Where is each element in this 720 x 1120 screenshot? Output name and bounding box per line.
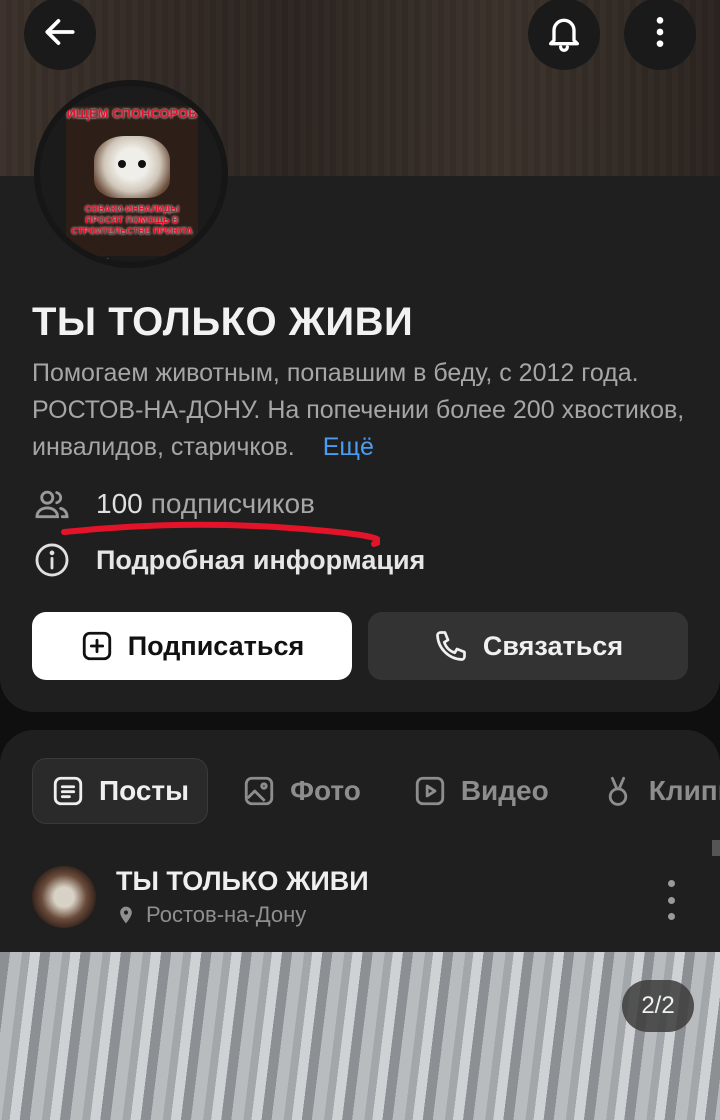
content-tabs: Посты Фото Видео Клипы [32, 758, 720, 824]
post-author-avatar[interactable] [32, 866, 96, 928]
avatar[interactable]: ИЩЕМ СПОНСОРОВ СОБАКИ-ИНВАЛИДЫ ПРОСЯТ ПО… [34, 80, 228, 268]
dog-photo [94, 136, 170, 198]
photo-icon [242, 774, 276, 808]
details-label: Подробная информация [96, 544, 426, 575]
phone-icon [433, 628, 469, 664]
tab-posts[interactable]: Посты [32, 758, 209, 824]
image-counter: 2/2 [622, 980, 694, 1032]
menu-dot [667, 896, 675, 904]
posts-section: Посты Фото Видео Клипы ТЫ ТОЛЬКО ЖИВИ Ро… [0, 730, 720, 1120]
subscribe-button[interactable]: Подписаться [32, 612, 352, 680]
subscribers-count: 100 [96, 488, 143, 519]
arrow-left-icon [41, 13, 79, 56]
tab-photo-label: Фото [290, 775, 361, 806]
post-location: Ростов-на-Дону [116, 902, 306, 928]
info-icon [32, 540, 72, 580]
post-menu-button[interactable] [656, 880, 686, 920]
contact-button[interactable]: Связаться [368, 612, 688, 680]
notifications-button[interactable] [528, 0, 600, 70]
video-icon [413, 774, 447, 808]
tab-photo[interactable]: Фото [242, 758, 361, 824]
contact-label: Связаться [482, 630, 624, 661]
post-location-text: Ростов-на-Дону [146, 902, 307, 927]
post-image[interactable] [0, 952, 720, 1120]
scrollbar[interactable] [712, 840, 720, 856]
more-link[interactable]: Ещё [323, 433, 374, 461]
post-author-name[interactable]: ТЫ ТОЛЬКО ЖИВИ [116, 866, 369, 897]
tab-video-label: Видео [460, 775, 549, 806]
tab-clips[interactable]: Клипы [601, 758, 720, 824]
dog-eye [118, 160, 126, 168]
tab-video[interactable]: Видео [413, 758, 549, 824]
bell-icon [544, 12, 584, 57]
details-row[interactable]: Подробная информация [32, 540, 425, 580]
tab-clips-label: Клипы [648, 775, 720, 806]
subscribers-label: подписчиков [150, 488, 315, 519]
page-title: ТЫ ТОЛЬКО ЖИВИ [32, 300, 414, 344]
posts-icon [51, 774, 85, 808]
menu-dot [667, 880, 675, 887]
profile-description: Помогаем животным, попавшим в беду, с 20… [32, 355, 692, 466]
location-pin-icon [116, 904, 136, 926]
tab-posts-label: Посты [99, 775, 190, 806]
back-button[interactable] [24, 0, 96, 70]
vertical-dots-icon [640, 12, 680, 57]
clips-icon [601, 774, 635, 808]
subscribe-label: Подписаться [127, 630, 305, 661]
plus-square-icon [80, 629, 114, 663]
dog-eye [138, 160, 146, 168]
menu-dot [667, 913, 675, 920]
avatar-poster: ИЩЕМ СПОНСОРОВ СОБАКИ-ИНВАЛИДЫ ПРОСЯТ ПО… [66, 106, 198, 256]
poster-bottom-text: СОБАКИ-ИНВАЛИДЫ ПРОСЯТ ПОМОЩЬ В СТРОИТЕЛ… [71, 204, 193, 236]
more-options-button[interactable] [624, 0, 696, 70]
poster-top-text: ИЩЕМ СПОНСОРОВ [66, 106, 198, 121]
